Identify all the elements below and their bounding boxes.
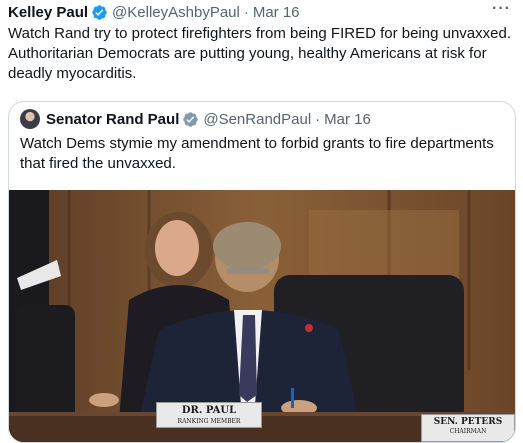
quoted-tweet-header: Senator Rand Paul @SenRandPaul · Mar 16 xyxy=(20,108,371,130)
quoted-tweet-text: Watch Dems stymie my amendment to forbid… xyxy=(20,135,494,172)
separator-dot: · xyxy=(315,110,321,128)
author-handle[interactable]: @KelleyAshbyPaul xyxy=(112,4,240,21)
author-name[interactable]: Kelley Paul xyxy=(8,4,88,21)
quoted-author-handle[interactable]: @SenRandPaul xyxy=(203,111,311,128)
tweet-header: Kelley Paul @KelleyAshbyPaul · Mar 16 xyxy=(8,2,300,22)
more-options-icon[interactable]: ··· xyxy=(492,0,511,18)
tweet[interactable]: Kelley Paul @KelleyAshbyPaul · Mar 16 ··… xyxy=(0,0,523,443)
nameplate-name: DR. PAUL xyxy=(181,405,237,416)
nameplate-name: SEN. PETERS xyxy=(433,417,503,427)
nameplate: DR. PAUL RANKING MEMBER xyxy=(156,402,262,428)
nameplate-title: RANKING MEMBER xyxy=(177,418,241,425)
verified-badge-icon xyxy=(91,4,108,21)
gray-verified-badge-icon xyxy=(182,111,199,128)
tweet-text: Watch Rand try to protect firefighters f… xyxy=(8,25,511,82)
avatar[interactable] xyxy=(20,109,40,129)
tweet-date[interactable]: Mar 16 xyxy=(253,4,300,21)
nameplate: SEN. PETERS CHAIRMAN xyxy=(421,414,515,442)
nameplate-title: CHAIRMAN xyxy=(449,428,487,435)
video-frame xyxy=(9,190,515,442)
video-thumbnail[interactable]: DR. PAUL RANKING MEMBER SEN. PETERS CHAI… xyxy=(9,190,515,442)
separator-dot: · xyxy=(243,3,249,21)
quoted-author-name[interactable]: Senator Rand Paul xyxy=(46,111,179,128)
quoted-tweet[interactable]: Senator Rand Paul @SenRandPaul · Mar 16 … xyxy=(8,101,516,443)
quoted-tweet-date[interactable]: Mar 16 xyxy=(324,111,371,128)
